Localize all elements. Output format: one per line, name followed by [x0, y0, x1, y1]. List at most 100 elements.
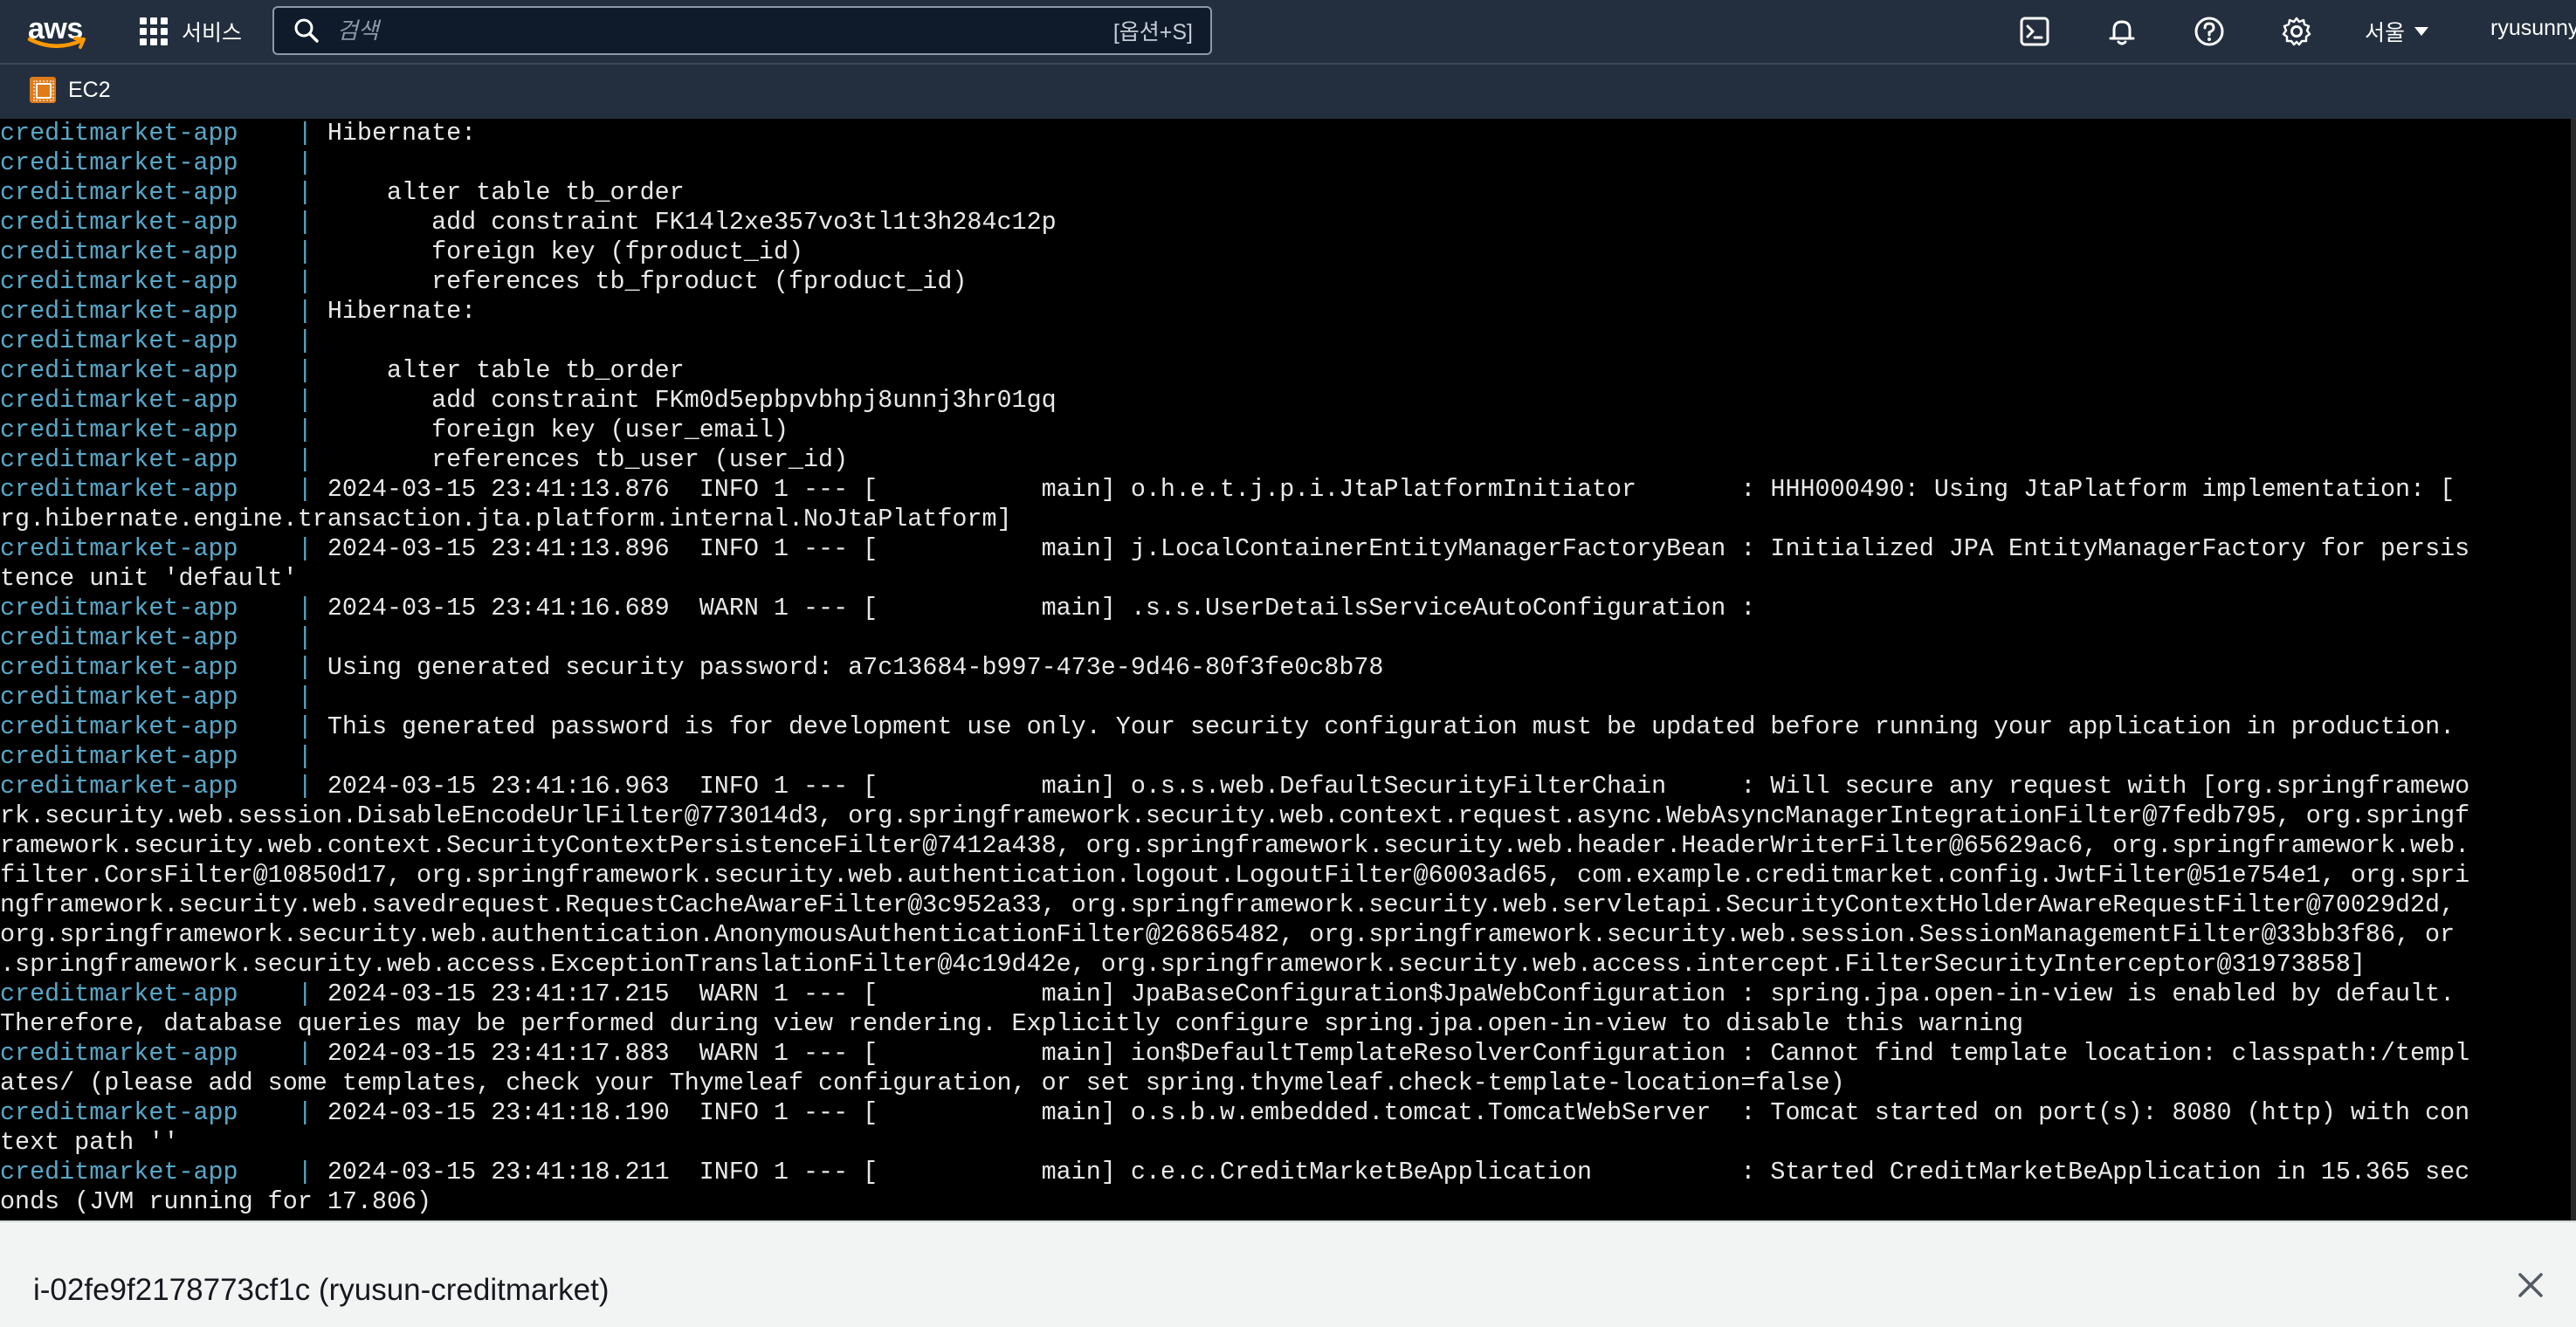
terminal-line-text: ramework.security.web.context.SecurityCo… [0, 831, 2470, 860]
ec2-label: EC2 [68, 77, 111, 102]
terminal-line: creditmarket-app | 2024-03-15 23:41:13.8… [0, 534, 2571, 564]
terminal-line: creditmarket-app | references tb_fproduc… [0, 267, 2571, 297]
terminal-line-text: .springframework.security.web.access.Exc… [0, 950, 2366, 979]
terminal-line: creditmarket-app | add constraint FKm0d5… [0, 386, 2571, 416]
help-icon[interactable] [2194, 16, 2225, 47]
terminal-line: ates/ (please add some templates, check … [0, 1069, 2571, 1098]
terminal-line-text: Therefore, database queries may be perfo… [0, 1009, 2024, 1038]
terminal-line-text: 2024-03-15 23:41:18.190 INFO 1 --- [ mai… [327, 1098, 2470, 1127]
terminal-line: creditmarket-app | 2024-03-15 23:41:17.2… [0, 980, 2571, 1009]
container-prefix: creditmarket-app | [0, 208, 327, 237]
account-menu[interactable]: ryusunny [2490, 16, 2576, 41]
terminal-line-text: This generated password is for developme… [327, 712, 2455, 741]
cloudshell-icon[interactable] [2019, 16, 2050, 47]
aws-logo[interactable]: aws [26, 9, 89, 52]
container-prefix: creditmarket-app | [0, 1158, 327, 1186]
session-title: i-02fe9f2178773cf1c (ryusun-creditmarket… [33, 1273, 610, 1307]
container-prefix: creditmarket-app | [0, 297, 327, 326]
container-prefix: creditmarket-app | [0, 534, 327, 563]
terminal-line: creditmarket-app | [0, 683, 2571, 712]
terminal-line-text: 2024-03-15 23:41:13.876 INFO 1 --- [ mai… [327, 475, 2455, 504]
terminal-line: text path '' [0, 1128, 2571, 1158]
grid-menu-icon [140, 17, 168, 45]
terminal-line: creditmarket-app | Using generated secur… [0, 653, 2571, 683]
terminal-scrollbar[interactable] [2571, 119, 2576, 1220]
terminal-line-text: foreign key (fproduct_id) [327, 237, 804, 266]
terminal-line: ngframework.security.web.savedrequest.Re… [0, 890, 2571, 920]
terminal-line: rg.hibernate.engine.transaction.jta.plat… [0, 505, 2571, 534]
terminal-line: rk.security.web.session.DisableEncodeUrl… [0, 801, 2571, 831]
caret-down-icon [2414, 27, 2429, 36]
terminal-line-text: ates/ (please add some templates, check … [0, 1069, 1845, 1097]
terminal-line-text: 2024-03-15 23:41:16.963 INFO 1 --- [ mai… [327, 772, 2470, 801]
terminal-line-text: org.springframework.security.web.authent… [0, 920, 2455, 949]
services-menu-button[interactable]: 서비스 [140, 12, 242, 51]
terminal-line: Therefore, database queries may be perfo… [0, 1009, 2571, 1039]
terminal-line: creditmarket-app | alter table tb_order [0, 356, 2571, 386]
terminal-line: creditmarket-app | 2024-03-15 23:41:13.8… [0, 475, 2571, 505]
terminal-line-text: add constraint FKm0d5epbpvbhpj8unnj3hr01… [327, 386, 1057, 415]
search-shortcut-hint: [옵션+S] [1112, 20, 1193, 45]
terminal-line: creditmarket-app | 2024-03-15 23:41:16.9… [0, 772, 2571, 801]
terminal-line-text: Hibernate: [327, 119, 477, 148]
container-prefix: creditmarket-app | [0, 683, 327, 712]
terminal-output[interactable]: creditmarket-app | Hibernate: creditmarke… [0, 119, 2571, 1220]
container-prefix: creditmarket-app | [0, 267, 327, 296]
terminal-line: creditmarket-app | [0, 148, 2571, 178]
container-prefix: creditmarket-app | [0, 1039, 327, 1068]
container-prefix: creditmarket-app | [0, 980, 327, 1008]
region-selector[interactable]: 서울 [2365, 16, 2429, 47]
container-prefix: creditmarket-app | [0, 475, 327, 504]
terminal-line-text: filter.CorsFilter@10850d17, org.springfr… [0, 861, 2470, 890]
terminal-line-text: text path '' [0, 1128, 179, 1157]
terminal-line: creditmarket-app | foreign key (fproduct… [0, 237, 2571, 267]
terminal-line: creditmarket-app | 2024-03-15 23:41:18.2… [0, 1158, 2571, 1187]
terminal-line-text: alter table tb_order [327, 356, 685, 385]
terminal-line-text: Hibernate: [327, 297, 477, 326]
terminal-line: creditmarket-app | Hibernate: [0, 297, 2571, 327]
service-bar: EC2 [0, 63, 2576, 119]
container-prefix: creditmarket-app | [0, 712, 327, 741]
search-box[interactable]: [옵션+S] [272, 6, 1212, 55]
terminal-line: tence unit 'default' [0, 564, 2571, 594]
services-label: 서비스 [182, 21, 243, 45]
container-prefix: creditmarket-app | [0, 445, 327, 474]
terminal-line-text: add constraint FK14l2xe357vo3tl1t3h284c1… [327, 208, 1057, 237]
container-prefix: creditmarket-app | [0, 623, 327, 652]
terminal-line-text: 2024-03-15 23:41:18.211 INFO 1 --- [ mai… [327, 1158, 2470, 1186]
terminal-line-text: rk.security.web.session.DisableEncodeUrl… [0, 801, 2470, 830]
terminal-line-text: tence unit 'default' [0, 564, 298, 593]
container-prefix: creditmarket-app | [0, 119, 327, 148]
top-navigation: aws 서비스 [옵션+S] [0, 0, 2576, 63]
terminal-line-text: foreign key (user_email) [327, 416, 789, 444]
search-input[interactable] [335, 16, 1113, 45]
terminal-line: creditmarket-app | alter table tb_order [0, 178, 2571, 208]
container-prefix: creditmarket-app | [0, 327, 327, 355]
terminal-line-text: ngframework.security.web.savedrequest.Re… [0, 890, 2455, 919]
container-prefix: creditmarket-app | [0, 386, 327, 415]
terminal-line-text: 2024-03-15 23:41:17.883 WARN 1 --- [ mai… [327, 1039, 2470, 1068]
terminal-line: creditmarket-app | This generated passwo… [0, 712, 2571, 742]
container-prefix: creditmarket-app | [0, 653, 327, 682]
container-prefix: creditmarket-app | [0, 772, 327, 801]
search-icon [294, 18, 319, 43]
container-prefix: creditmarket-app | [0, 416, 327, 444]
terminal-line: creditmarket-app | 2024-03-15 23:41:18.1… [0, 1098, 2571, 1128]
container-prefix: creditmarket-app | [0, 178, 327, 207]
container-prefix: creditmarket-app | [0, 148, 327, 177]
container-prefix: creditmarket-app | [0, 1098, 327, 1127]
notification-bell-icon[interactable] [2106, 16, 2138, 47]
close-session-button[interactable] [2515, 1269, 2546, 1301]
settings-gear-icon[interactable] [2281, 16, 2312, 47]
terminal-line: creditmarket-app | [0, 623, 2571, 653]
container-prefix: creditmarket-app | [0, 594, 327, 622]
container-prefix: creditmarket-app | [0, 237, 327, 266]
terminal-line-text: 2024-03-15 23:41:13.896 INFO 1 --- [ mai… [327, 534, 2470, 563]
terminal-line: org.springframework.security.web.authent… [0, 920, 2571, 950]
terminal-line: creditmarket-app | [0, 742, 2571, 772]
terminal-line: creditmarket-app | 2024-03-15 23:41:16.6… [0, 594, 2571, 623]
terminal-line: ramework.security.web.context.SecurityCo… [0, 831, 2571, 861]
ec2-service-link[interactable]: EC2 [30, 77, 111, 103]
region-label: 서울 [2365, 21, 2406, 45]
container-prefix: creditmarket-app | [0, 356, 327, 385]
